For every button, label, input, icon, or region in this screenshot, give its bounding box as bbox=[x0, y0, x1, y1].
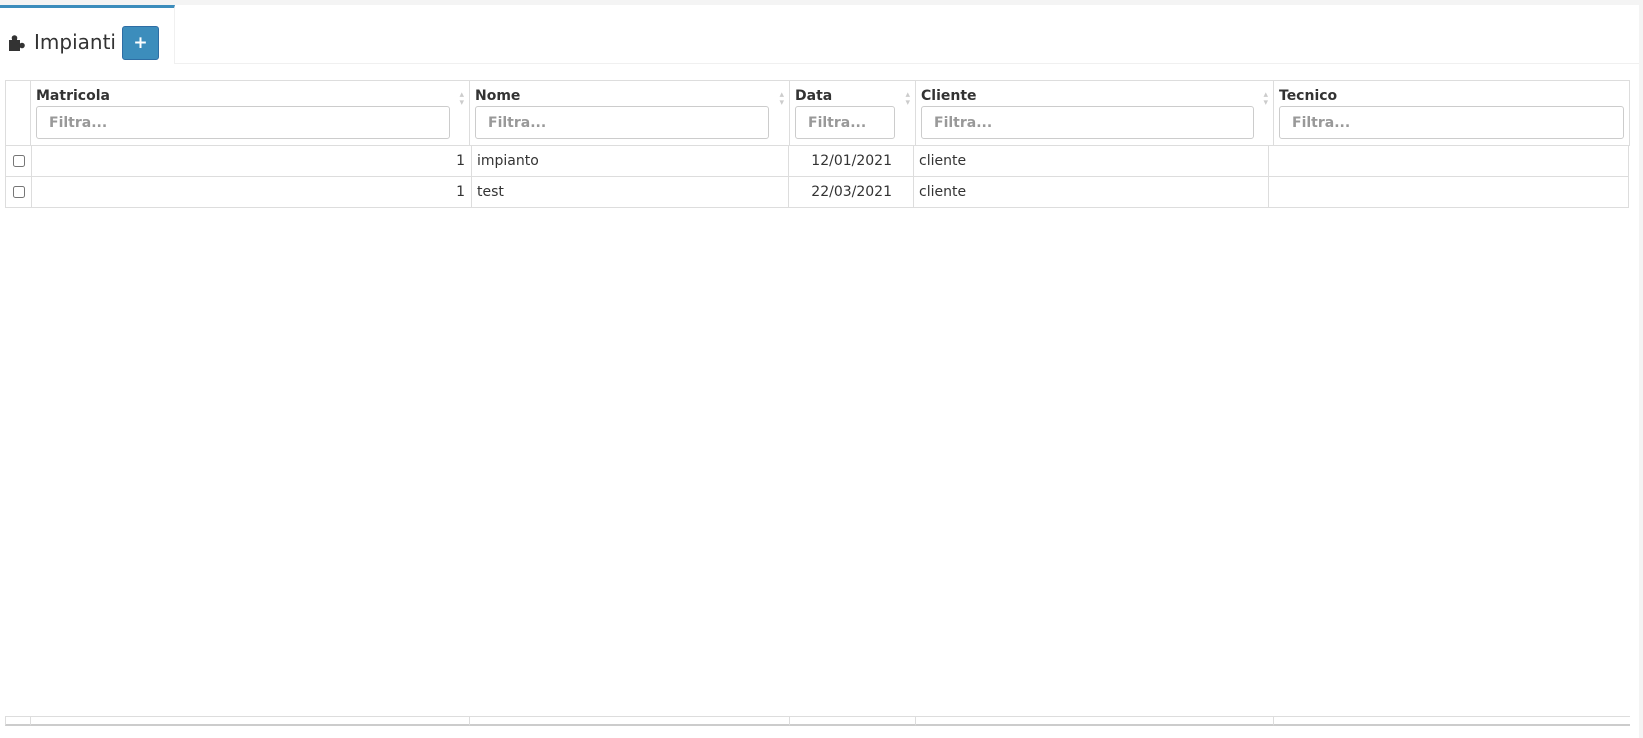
table-footer bbox=[30, 716, 470, 726]
filter-input-tecnico[interactable] bbox=[1279, 106, 1624, 139]
table-row[interactable]: 1 test 22/03/2021 cliente bbox=[5, 177, 1629, 208]
filter-input-nome[interactable] bbox=[475, 106, 769, 139]
cell-cliente: cliente bbox=[913, 146, 1269, 176]
table-footer bbox=[5, 716, 31, 726]
tab-title: Impianti bbox=[34, 30, 116, 54]
table-footer bbox=[469, 716, 790, 726]
select-all-header bbox=[5, 80, 31, 146]
puzzle-piece-icon bbox=[9, 35, 25, 51]
filter-input-matricola[interactable] bbox=[36, 106, 450, 139]
cell-tecnico bbox=[1268, 146, 1629, 176]
table-footer bbox=[915, 716, 1274, 726]
cell-matricola: 1 bbox=[31, 146, 471, 176]
cell-matricola: 1 bbox=[31, 177, 471, 207]
tab-bar bbox=[0, 5, 1640, 64]
column-label: Matricola bbox=[36, 88, 110, 104]
table-footer bbox=[789, 716, 916, 726]
cell-data: 22/03/2021 bbox=[788, 177, 914, 207]
column-label: Cliente bbox=[921, 88, 977, 104]
right-edge bbox=[1639, 0, 1643, 738]
add-impianto-button[interactable]: + bbox=[122, 26, 159, 60]
table-footer bbox=[1273, 716, 1630, 726]
sort-icon[interactable]: ▴ ▾ bbox=[459, 91, 464, 108]
sort-icon[interactable]: ▴ ▾ bbox=[779, 91, 784, 108]
table-row[interactable]: 1 impianto 12/01/2021 cliente bbox=[5, 146, 1629, 177]
cell-cliente: cliente bbox=[913, 177, 1269, 207]
column-header-nome[interactable]: Nome ▴ ▾ bbox=[469, 80, 790, 146]
column-header-matricola[interactable]: Matricola ▴ ▾ bbox=[30, 80, 470, 146]
sort-icon[interactable]: ▴ ▾ bbox=[905, 91, 910, 108]
sort-icon[interactable]: ▴ ▾ bbox=[1263, 91, 1268, 108]
column-header-data[interactable]: Data ▴ ▾ bbox=[789, 80, 916, 146]
column-label: Data bbox=[795, 88, 833, 104]
cell-tecnico bbox=[1268, 177, 1629, 207]
cell-nome: impianto bbox=[471, 146, 789, 176]
column-label: Tecnico bbox=[1279, 88, 1338, 104]
tab-impianti[interactable]: Impianti + bbox=[0, 5, 175, 64]
column-header-tecnico[interactable]: Tecnico bbox=[1273, 80, 1630, 146]
row-checkbox[interactable] bbox=[13, 155, 25, 167]
filter-input-cliente[interactable] bbox=[921, 106, 1254, 139]
row-checkbox[interactable] bbox=[13, 186, 25, 198]
column-header-cliente[interactable]: Cliente ▴ ▾ bbox=[915, 80, 1274, 146]
column-label: Nome bbox=[475, 88, 521, 104]
cell-nome: test bbox=[471, 177, 789, 207]
filter-input-data[interactable] bbox=[795, 106, 895, 139]
cell-data: 12/01/2021 bbox=[788, 146, 914, 176]
plus-icon: + bbox=[133, 33, 148, 53]
